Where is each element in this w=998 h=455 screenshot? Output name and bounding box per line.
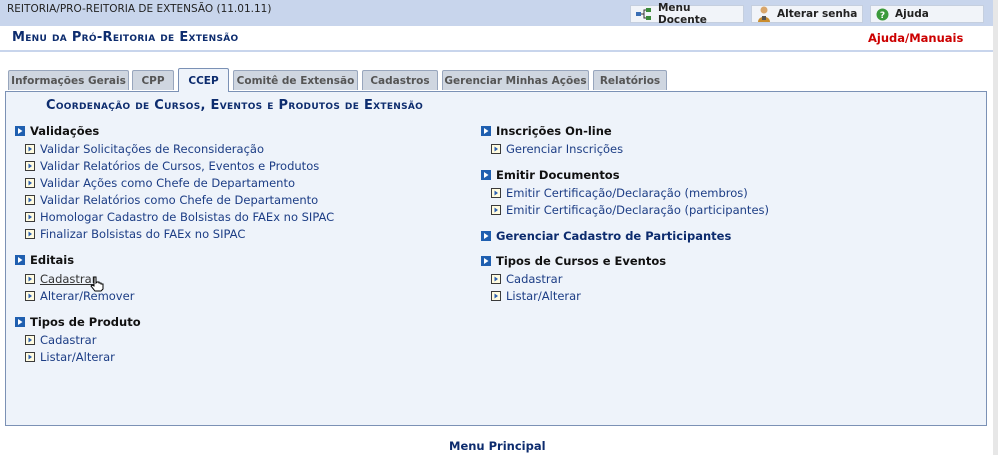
section-heading: Emitir Documentos bbox=[496, 168, 620, 182]
section-arrow-icon bbox=[15, 126, 25, 136]
item-arrow-icon bbox=[491, 205, 501, 215]
item-arrow-icon bbox=[25, 195, 35, 205]
section-validacoes: Validações bbox=[15, 124, 99, 138]
alterar-senha-button[interactable]: Alterar senha bbox=[751, 5, 863, 23]
link-emitir-cert-participantes[interactable]: Emitir Certificação/Declaração (particip… bbox=[491, 203, 769, 217]
link-tipos-cadastrar[interactable]: Cadastrar bbox=[491, 272, 562, 286]
section-arrow-icon bbox=[481, 256, 491, 266]
item-label: Homologar Cadastro de Bolsistas do FAEx … bbox=[40, 210, 335, 224]
item-arrow-icon bbox=[491, 188, 501, 198]
item-arrow-icon bbox=[25, 144, 35, 154]
section-tipos-cursos-eventos: Tipos de Cursos e Eventos bbox=[481, 254, 666, 268]
item-label: Cadastrar bbox=[40, 272, 97, 286]
tab-label: CPP bbox=[141, 74, 165, 87]
section-heading: Tipos de Produto bbox=[30, 315, 141, 329]
item-label: Finalizar Bolsistas do FAEx no SIPAC bbox=[40, 227, 246, 241]
network-icon bbox=[636, 8, 651, 20]
link-validar-relatorios[interactable]: Validar Relatórios de Cursos, Eventos e … bbox=[25, 159, 319, 173]
alterar-senha-label: Alterar senha bbox=[777, 8, 858, 20]
tab-informacoes-gerais[interactable]: Informações Gerais bbox=[8, 70, 129, 90]
tab-comite-extensao[interactable]: Comitê de Extensão bbox=[233, 70, 358, 90]
menu-docente-label: Menu Docente bbox=[657, 2, 707, 26]
tab-panel: Coordenação de Cursos, Eventos e Produto… bbox=[5, 91, 987, 426]
section-tipos-produto: Tipos de Produto bbox=[15, 315, 141, 329]
link-validar-relatorios-chefe[interactable]: Validar Relatórios como Chefe de Departa… bbox=[25, 193, 318, 207]
tab-label: Informações Gerais bbox=[11, 74, 126, 87]
item-label: Validar Relatórios de Cursos, Eventos e … bbox=[40, 159, 320, 173]
item-label: Validar Relatórios como Chefe de Departa… bbox=[40, 193, 319, 207]
item-arrow-icon bbox=[25, 291, 35, 301]
tab-label: Relatórios bbox=[599, 74, 661, 87]
menu-header: Menu da Pró-Reitoria de Extensão Ajuda/M… bbox=[0, 26, 998, 52]
user-key-icon bbox=[758, 6, 770, 22]
top-bar: REITORIA/PRO-REITORIA DE EXTENSÃO (11.01… bbox=[0, 0, 998, 26]
link-produto-listar-alterar[interactable]: Listar/Alterar bbox=[25, 350, 115, 364]
page-title: Menu da Pró-Reitoria de Extensão bbox=[12, 30, 239, 45]
item-label: Listar/Alterar bbox=[40, 350, 115, 364]
tab-ccep[interactable]: CCEP bbox=[178, 68, 229, 92]
unit-label: REITORIA/PRO-REITORIA DE EXTENSÃO (11.01… bbox=[7, 3, 272, 15]
tab-label: CCEP bbox=[188, 74, 219, 87]
section-heading: Tipos de Cursos e Eventos bbox=[496, 254, 667, 268]
item-label: Gerenciar Inscrições bbox=[506, 142, 624, 156]
link-gerenciar-inscricoes[interactable]: Gerenciar Inscrições bbox=[491, 142, 623, 156]
help-icon: ? bbox=[876, 8, 889, 21]
link-emitir-cert-membros[interactable]: Emitir Certificação/Declaração (membros) bbox=[491, 186, 748, 200]
link-homologar-bolsistas[interactable]: Homologar Cadastro de Bolsistas do FAEx … bbox=[25, 210, 334, 224]
item-label: Cadastrar bbox=[506, 272, 563, 286]
section-emitir-documentos: Emitir Documentos bbox=[481, 168, 620, 182]
item-arrow-icon bbox=[491, 144, 501, 154]
item-label: Cadastrar bbox=[40, 333, 97, 347]
item-arrow-icon bbox=[25, 274, 35, 284]
section-arrow-icon bbox=[481, 231, 491, 241]
item-label: Validar Solicitações de Reconsideração bbox=[40, 142, 264, 156]
menu-docente-button[interactable]: Menu Docente bbox=[630, 2, 744, 26]
tab-label: Gerenciar Minhas Ações bbox=[444, 74, 587, 87]
section-inscricoes-online: Inscrições On-line bbox=[481, 124, 612, 138]
item-label: Emitir Certificação/Declaração (particip… bbox=[506, 203, 769, 217]
item-arrow-icon bbox=[25, 229, 35, 239]
section-heading: Inscrições On-line bbox=[496, 124, 612, 138]
tab-gerenciar-minhas-acoes[interactable]: Gerenciar Minhas Ações bbox=[442, 70, 589, 90]
tab-cpp[interactable]: CPP bbox=[132, 70, 174, 90]
item-arrow-icon bbox=[25, 212, 35, 222]
link-validar-acoes-chefe[interactable]: Validar Ações como Chefe de Departamento bbox=[25, 176, 295, 190]
item-label: Listar/Alterar bbox=[506, 289, 581, 303]
tab-label: Comitê de Extensão bbox=[236, 74, 355, 87]
item-arrow-icon bbox=[25, 161, 35, 171]
panel-title: Coordenação de Cursos, Eventos e Produto… bbox=[46, 98, 424, 113]
svg-text:?: ? bbox=[880, 11, 885, 21]
link-validar-reconsideracao[interactable]: Validar Solicitações de Reconsideração bbox=[25, 142, 264, 156]
item-arrow-icon bbox=[491, 291, 501, 301]
section-heading: Validações bbox=[30, 124, 100, 138]
tab-relatorios[interactable]: Relatórios bbox=[593, 70, 667, 90]
item-label: Emitir Certificação/Declaração (membros) bbox=[506, 186, 748, 200]
link-gerenciar-cadastro-participantes[interactable]: Gerenciar Cadastro de Participantes bbox=[481, 229, 731, 243]
tab-label: Cadastros bbox=[370, 74, 430, 87]
item-arrow-icon bbox=[25, 335, 35, 345]
link-produto-cadastrar[interactable]: Cadastrar bbox=[25, 333, 96, 347]
item-label: Alterar/Remover bbox=[40, 289, 135, 303]
section-heading: Gerenciar Cadastro de Participantes bbox=[496, 229, 732, 243]
item-arrow-icon bbox=[25, 352, 35, 362]
item-arrow-icon bbox=[491, 274, 501, 284]
tab-cadastros[interactable]: Cadastros bbox=[362, 70, 438, 90]
help-manuals-link[interactable]: Ajuda/Manuais bbox=[868, 31, 963, 45]
item-label: Validar Ações como Chefe de Departamento bbox=[40, 176, 296, 190]
scrollbar[interactable] bbox=[993, 0, 998, 455]
section-arrow-icon bbox=[481, 126, 491, 136]
item-arrow-icon bbox=[25, 178, 35, 188]
link-finalizar-bolsistas[interactable]: Finalizar Bolsistas do FAEx no SIPAC bbox=[25, 227, 245, 241]
section-heading: Editais bbox=[30, 253, 75, 267]
section-editais: Editais bbox=[15, 253, 74, 267]
link-tipos-listar-alterar[interactable]: Listar/Alterar bbox=[491, 289, 581, 303]
link-editais-cadastrar[interactable]: Cadastrar bbox=[25, 272, 96, 286]
main-menu-link[interactable]: Menu Principal bbox=[449, 439, 546, 453]
section-arrow-icon bbox=[481, 170, 491, 180]
section-arrow-icon bbox=[15, 317, 25, 327]
ajuda-button[interactable]: ? Ajuda bbox=[870, 5, 984, 23]
ajuda-label: Ajuda bbox=[895, 8, 929, 20]
section-arrow-icon bbox=[15, 255, 25, 265]
link-editais-alterar-remover[interactable]: Alterar/Remover bbox=[25, 289, 134, 303]
